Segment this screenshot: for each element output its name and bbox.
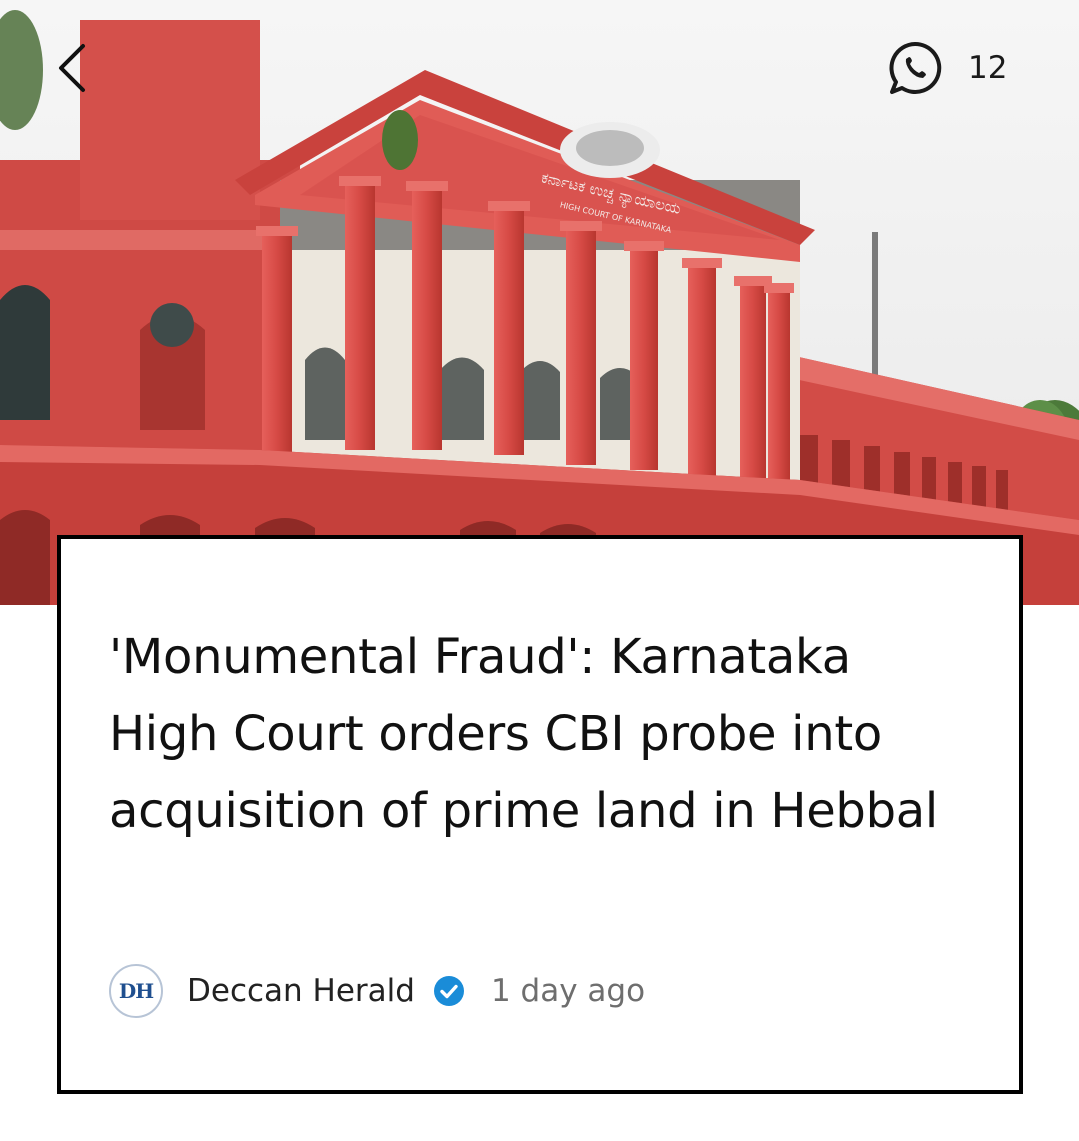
chevron-left-icon xyxy=(59,44,85,92)
source-name[interactable]: Deccan Herald xyxy=(187,973,415,1009)
whatsapp-share-button[interactable]: 12 xyxy=(886,38,1007,98)
verified-badge-icon xyxy=(433,975,465,1007)
back-button[interactable] xyxy=(46,40,98,96)
time-ago: 1 day ago xyxy=(490,973,646,1009)
source-logo[interactable]: DH xyxy=(109,964,163,1018)
article-meta: DH Deccan Herald 1 day ago xyxy=(109,963,645,1019)
whatsapp-icon xyxy=(889,41,942,94)
article-card[interactable]: 'Monumental Fraud': Karnataka High Court… xyxy=(57,535,1023,1094)
article-preview-screen: ಕರ್ನಾಟಕ ಉಚ್ಚ ನ್ಯಾಯಾಲಯ HIGH COURT OF KARN… xyxy=(0,0,1079,1141)
share-count: 12 xyxy=(968,50,1008,86)
article-headline[interactable]: 'Monumental Fraud': Karnataka High Court… xyxy=(109,619,969,850)
